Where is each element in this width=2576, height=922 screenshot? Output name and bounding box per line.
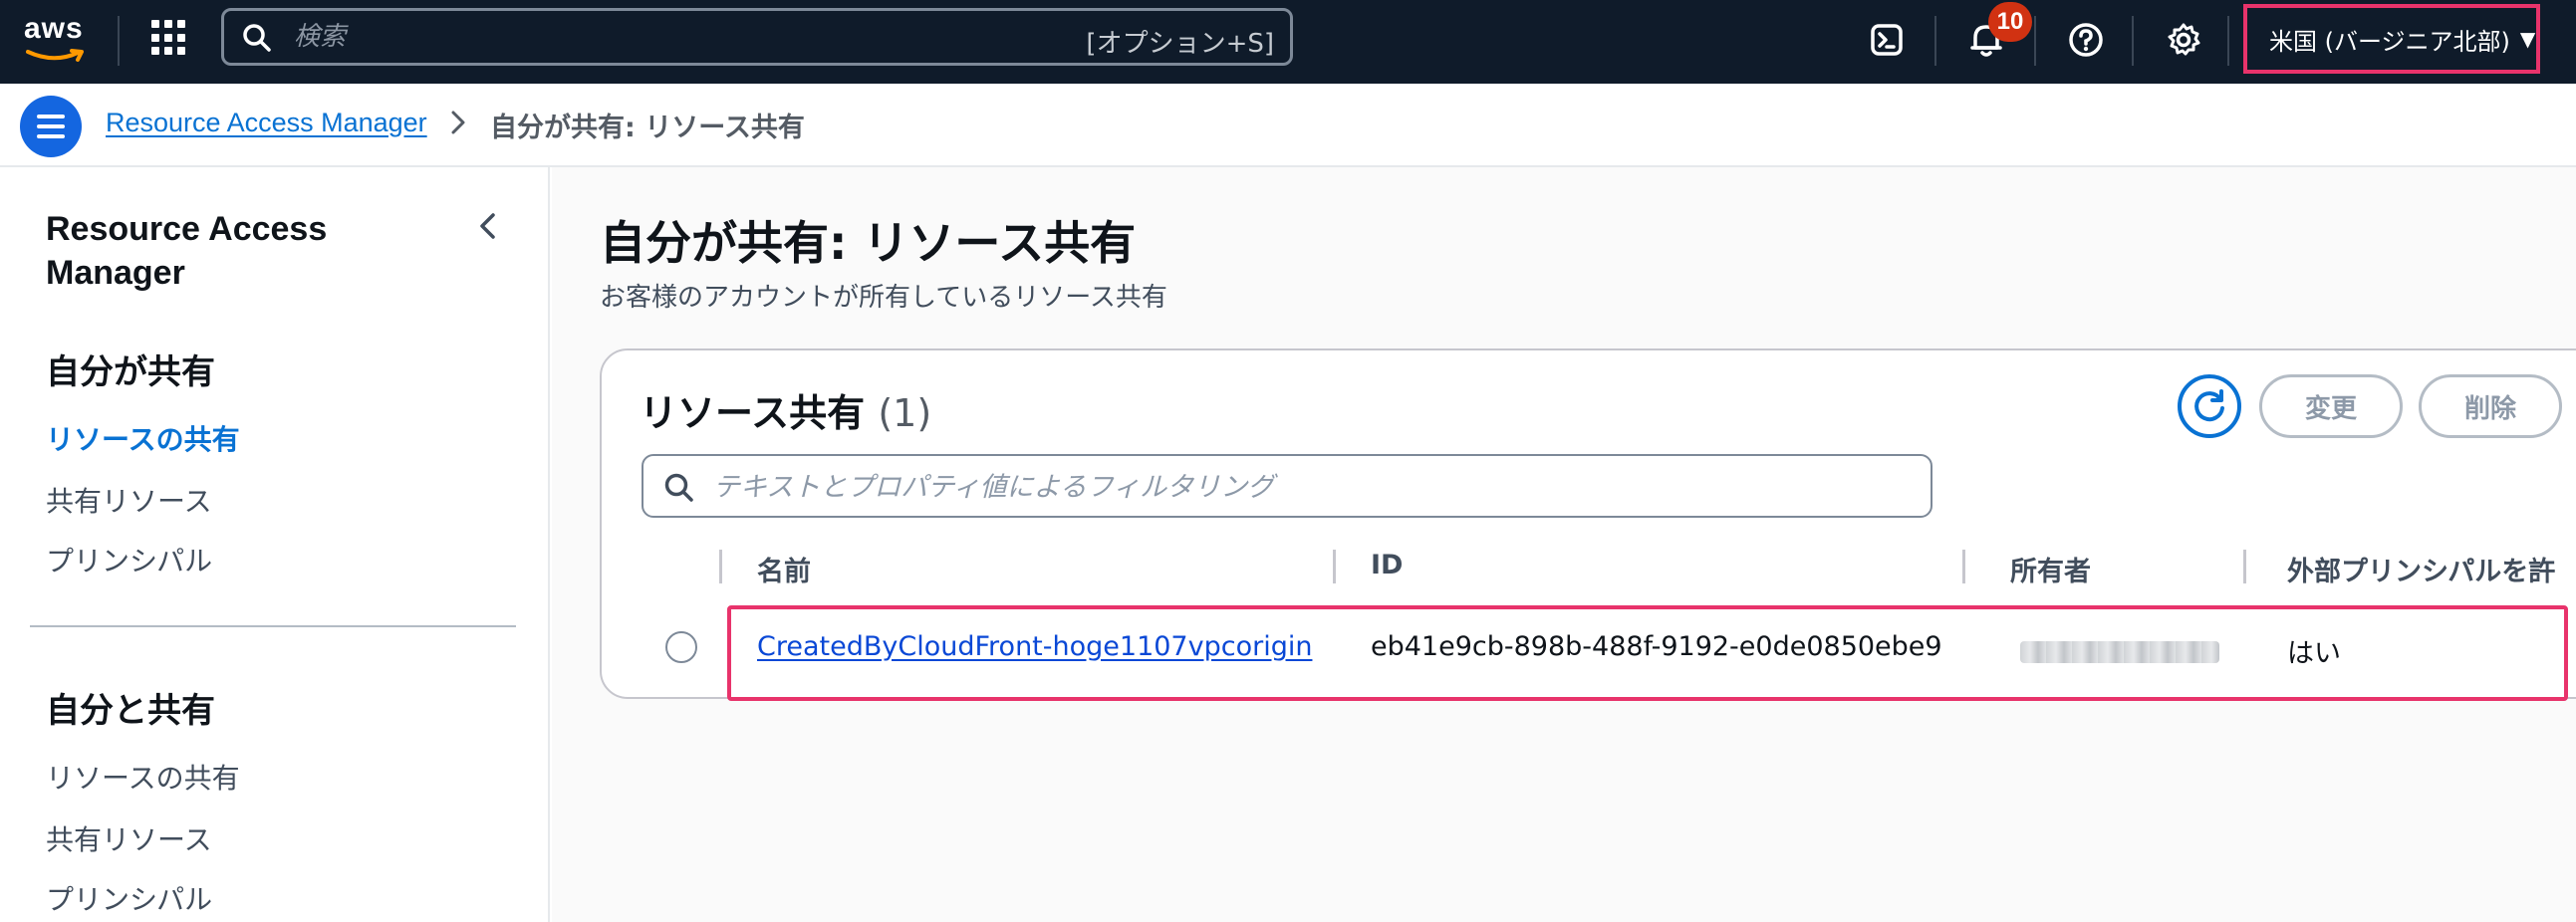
refresh-icon bbox=[2194, 389, 2224, 422]
nav-divider bbox=[2132, 16, 2134, 66]
side-nav-title[interactable]: Resource Access Manager bbox=[46, 207, 444, 295]
panel-title-text: リソース共有 bbox=[640, 391, 866, 435]
breadcrumb-current: 自分が共有: リソース共有 bbox=[490, 113, 805, 143]
side-divider bbox=[30, 625, 516, 627]
resource-share-id: eb41e9cb-898b-488f-9192-e0de0850ebe9 bbox=[1371, 631, 1942, 662]
nav-divider bbox=[1934, 16, 1936, 66]
column-divider bbox=[2243, 550, 2246, 583]
sidebar-item-shared-resources-with-me[interactable]: 共有リソース bbox=[46, 818, 212, 858]
sidebar-item-shared-resources[interactable]: 共有リソース bbox=[46, 480, 212, 520]
delete-button[interactable]: 削除 bbox=[2419, 374, 2562, 438]
nav-divider bbox=[2034, 16, 2036, 66]
global-search[interactable]: [オプション+S] bbox=[221, 8, 1293, 66]
nav-divider bbox=[2227, 16, 2229, 66]
collapse-sidebar-icon[interactable] bbox=[474, 209, 502, 243]
column-divider bbox=[1333, 550, 1336, 583]
column-divider bbox=[719, 550, 722, 583]
filter-box[interactable] bbox=[642, 454, 1932, 518]
main-content: 自分が共有: リソース共有 お客様のアカウントが所有しているリソース共有 リソー… bbox=[552, 167, 2576, 922]
resource-share-name-link[interactable]: CreatedByCloudFront-hoge1107vpcorigin bbox=[757, 631, 1312, 662]
settings-gear-icon[interactable] bbox=[2160, 16, 2207, 64]
page-title: 自分が共有: リソース共有 bbox=[600, 216, 1137, 270]
column-divider bbox=[1962, 550, 1965, 583]
column-header-id[interactable]: ID bbox=[1371, 550, 1403, 580]
owner-redacted bbox=[2020, 641, 2219, 663]
filter-input[interactable] bbox=[713, 466, 1809, 508]
top-navigation: aws [オプション+S] 10 bbox=[0, 0, 2576, 84]
region-selector[interactable]: 米国 (バージニア北部) ▼ bbox=[2243, 4, 2540, 74]
resource-shares-panel: リソース共有 (1) 変更 削除 名前 ID 所有者 外部プリンシパルを許 bbox=[600, 348, 2576, 701]
search-shortcut-hint: [オプション+S] bbox=[1086, 29, 1274, 59]
caret-down-icon: ▼ bbox=[2519, 27, 2536, 51]
refresh-button[interactable] bbox=[2178, 374, 2241, 438]
column-header-owner[interactable]: 所有者 bbox=[2010, 550, 2091, 588]
global-search-input[interactable] bbox=[294, 17, 1091, 57]
aws-logo[interactable]: aws bbox=[24, 12, 90, 70]
sidebar-item-resource-shares-with-me[interactable]: リソースの共有 bbox=[46, 757, 240, 797]
hamburger-menu-button[interactable] bbox=[20, 96, 82, 157]
search-icon bbox=[243, 24, 271, 52]
chevron-right-icon bbox=[451, 111, 465, 134]
breadcrumb-bar: Resource Access Manager 自分が共有: リソース共有 bbox=[0, 84, 2576, 167]
services-grid-icon[interactable] bbox=[151, 20, 187, 56]
notifications-badge: 10 bbox=[1988, 2, 2032, 42]
edit-button[interactable]: 変更 bbox=[2259, 374, 2403, 438]
help-icon[interactable] bbox=[2062, 16, 2110, 64]
sidebar-item-principals-with-me[interactable]: プリンシパル bbox=[46, 878, 212, 918]
nav-divider bbox=[118, 16, 120, 66]
search-icon bbox=[664, 473, 693, 502]
allow-external-principals-value: はい bbox=[2287, 638, 2341, 669]
aws-logo-text: aws bbox=[24, 12, 84, 45]
row-select-radio[interactable] bbox=[665, 631, 697, 663]
cloudshell-icon[interactable] bbox=[1863, 16, 1911, 64]
panel-title: リソース共有 (1) bbox=[640, 382, 931, 437]
side-section-shared-with-me: 自分と共有 bbox=[46, 691, 215, 731]
aws-smile-icon bbox=[26, 49, 84, 62]
region-label: 米国 (バージニア北部) bbox=[2269, 27, 2510, 56]
sidebar-item-principals[interactable]: プリンシパル bbox=[46, 540, 212, 579]
side-navigation: Resource Access Manager 自分が共有 リソースの共有 共有… bbox=[0, 167, 550, 922]
sidebar-item-resource-shares[interactable]: リソースの共有 bbox=[46, 418, 240, 458]
breadcrumb-root-link[interactable]: Resource Access Manager bbox=[106, 108, 427, 138]
side-section-shared-by-me: 自分が共有 bbox=[46, 352, 215, 392]
panel-count: (1) bbox=[878, 391, 932, 435]
column-header-name[interactable]: 名前 bbox=[757, 550, 811, 588]
page-description: お客様のアカウントが所有しているリソース共有 bbox=[600, 283, 1167, 313]
column-header-external-principals[interactable]: 外部プリンシパルを許 bbox=[2287, 550, 2555, 588]
